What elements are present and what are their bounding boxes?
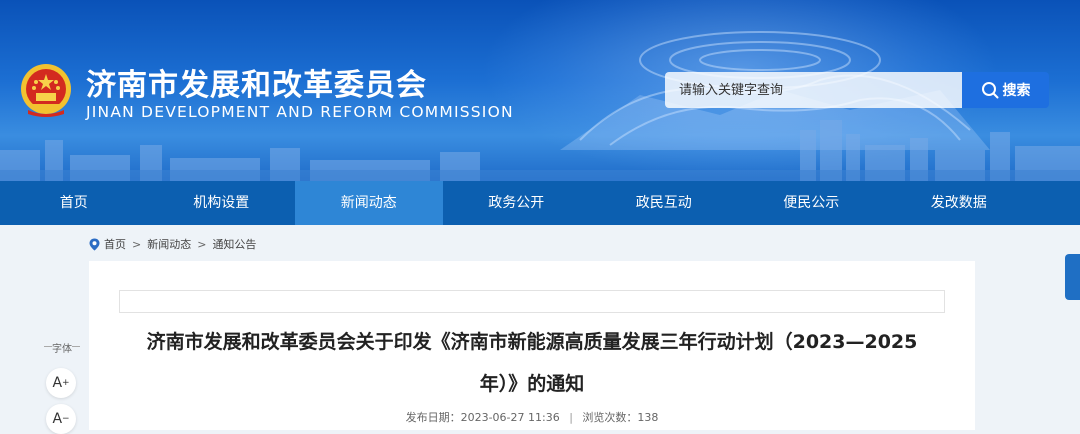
nav-item-news[interactable]: 新闻动态 (295, 181, 443, 225)
font-size-tool: 字体 A + A − (44, 340, 80, 434)
publish-date: 发布日期：2023-06-27 11:36 (405, 411, 560, 424)
location-pin-icon (89, 238, 100, 250)
font-increase-letter: A (52, 375, 63, 391)
site-subtitle: JINAN DEVELOPMENT AND REFORM COMMISSION (86, 103, 514, 121)
breadcrumb-separator: > (197, 237, 207, 251)
main-nav: 首页 机构设置 新闻动态 政务公开 政民互动 便民公示 发改数据 (0, 181, 1080, 225)
nav-item-home[interactable]: 首页 (0, 181, 148, 225)
search-input[interactable] (665, 72, 962, 108)
font-tool-label: 字体 (44, 340, 80, 355)
site-title: 济南市发展和改革委员会 (86, 68, 427, 103)
search-button-label: 搜索 (1002, 83, 1031, 99)
breadcrumb-notices[interactable]: 通知公告 (212, 236, 256, 252)
article-top-box (119, 290, 945, 313)
site-header: 济南市发展和改革委员会 JINAN DEVELOPMENT AND REFORM… (0, 0, 1080, 181)
meta-divider: | (569, 411, 573, 424)
article-title: 济南市发展和改革委员会关于印发《济南市新能源高质量发展三年行动计划（2023—2… (146, 331, 918, 395)
search-button[interactable]: 搜索 (962, 72, 1049, 108)
city-skyline (0, 120, 1080, 181)
nav-item-organization[interactable]: 机构设置 (148, 181, 296, 225)
search-icon (981, 82, 998, 99)
article-meta: 发布日期：2023-06-27 11:36 | 浏览次数：138 (89, 409, 975, 425)
font-increase-button[interactable]: A + (46, 368, 76, 398)
view-count: 浏览次数：138 (582, 411, 659, 424)
plus-icon: + (62, 378, 70, 388)
nav-item-public-interaction[interactable]: 政民互动 (590, 181, 738, 225)
national-emblem-icon (21, 64, 71, 117)
nav-item-government-affairs[interactable]: 政务公开 (443, 181, 591, 225)
nav-item-public-notices[interactable]: 便民公示 (738, 181, 886, 225)
article-card: 济南市发展和改革委员会关于印发《济南市新能源高质量发展三年行动计划（2023—2… (89, 261, 975, 430)
breadcrumb: 首页 > 新闻动态 > 通知公告 (89, 236, 256, 252)
breadcrumb-news[interactable]: 新闻动态 (147, 236, 191, 252)
minus-icon: − (62, 414, 70, 424)
font-decrease-letter: A (52, 411, 63, 427)
breadcrumb-home[interactable]: 首页 (104, 236, 126, 252)
side-float-tab[interactable] (1065, 254, 1080, 300)
breadcrumb-separator: > (132, 237, 142, 251)
nav-item-data[interactable]: 发改数据 (885, 181, 1033, 225)
